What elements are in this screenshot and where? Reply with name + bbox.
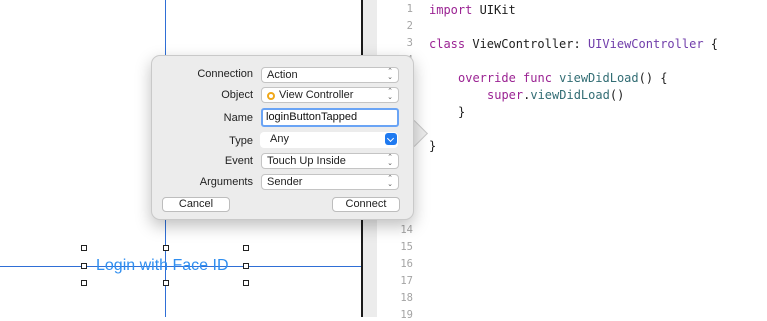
chevron-updown-icon: ⌃ ⌄ [387, 175, 393, 188]
arguments-popup[interactable]: Sender ⌃ ⌄ [261, 174, 399, 190]
type-label: Type [229, 135, 253, 147]
connection-label: Connection [197, 68, 253, 80]
keyword-class: class [429, 37, 466, 51]
dropdown-arrow-icon [385, 133, 397, 145]
brace: { [703, 37, 718, 51]
call-parens: () [609, 88, 625, 102]
chevron-updown-icon: ⌃ ⌄ [387, 68, 393, 81]
chevron-updown-icon: ⌃ ⌄ [387, 88, 393, 101]
code-line-1[interactable]: import UIKit [429, 3, 516, 17]
resize-handle-bl[interactable] [81, 280, 87, 286]
keyword-override: override [458, 71, 516, 85]
line-number: 3 [406, 37, 413, 49]
line-number: 18 [400, 292, 413, 304]
object-value: View Controller [279, 89, 354, 101]
keyword-func: func [515, 71, 552, 85]
signature: () { [638, 71, 668, 85]
line-number: 1 [406, 3, 413, 15]
event-value: Touch Up Inside [267, 155, 346, 167]
arguments-value: Sender [267, 176, 303, 188]
keyword-import: import [429, 3, 473, 17]
code-line-3[interactable]: class ViewController: UIViewController { [429, 37, 718, 51]
resize-handle-tl[interactable] [81, 245, 87, 251]
event-label: Event [224, 155, 253, 167]
code-line-5[interactable]: override func viewDidLoad() { [458, 71, 668, 85]
resize-handle-tm[interactable] [163, 245, 169, 251]
resize-handle-ml[interactable] [81, 263, 87, 269]
object-label: Object [221, 89, 253, 101]
keyword-super: super [487, 88, 524, 102]
arguments-label: Arguments [199, 176, 253, 188]
connect-button[interactable]: Connect [332, 197, 400, 212]
event-popup[interactable]: Touch Up Inside ⌃ ⌄ [261, 153, 399, 169]
code-line-6[interactable]: super.viewDidLoad() [487, 88, 624, 102]
module-name: UIKit [472, 3, 516, 17]
line-number: 19 [400, 309, 413, 321]
superclass-name: UIViewController [587, 37, 704, 51]
view-controller-icon [267, 92, 275, 100]
type-popup[interactable]: Any [260, 132, 398, 148]
resize-handle-mr[interactable] [243, 263, 249, 269]
connection-value: Action [267, 69, 298, 81]
connection-popover: Connection Action ⌃ ⌄ Object View Control… [151, 55, 414, 220]
login-button[interactable]: Login with Face ID [96, 257, 229, 275]
class-name: ViewController: [465, 37, 588, 51]
resize-handle-br[interactable] [243, 280, 249, 286]
name-field[interactable]: loginButtonTapped [261, 108, 399, 127]
line-number: 16 [400, 258, 413, 270]
cancel-button[interactable]: Cancel [162, 197, 230, 212]
line-number: 2 [406, 20, 413, 32]
name-label: Name [223, 112, 253, 124]
type-value: Any [270, 133, 289, 145]
resize-handle-bm[interactable] [163, 280, 169, 286]
line-number: 15 [400, 241, 413, 253]
function-call: viewDidLoad [530, 88, 610, 102]
code-line-7[interactable]: } [458, 105, 465, 119]
line-number: 17 [400, 275, 413, 287]
function-name: viewDidLoad [551, 71, 639, 85]
line-number: 14 [400, 224, 413, 236]
chevron-updown-icon: ⌃ ⌄ [387, 154, 393, 167]
resize-handle-tr[interactable] [243, 245, 249, 251]
object-popup[interactable]: View Controller ⌃ ⌄ [261, 87, 399, 103]
code-line-9[interactable]: } [429, 139, 436, 153]
connection-popup[interactable]: Action ⌃ ⌄ [261, 67, 399, 83]
